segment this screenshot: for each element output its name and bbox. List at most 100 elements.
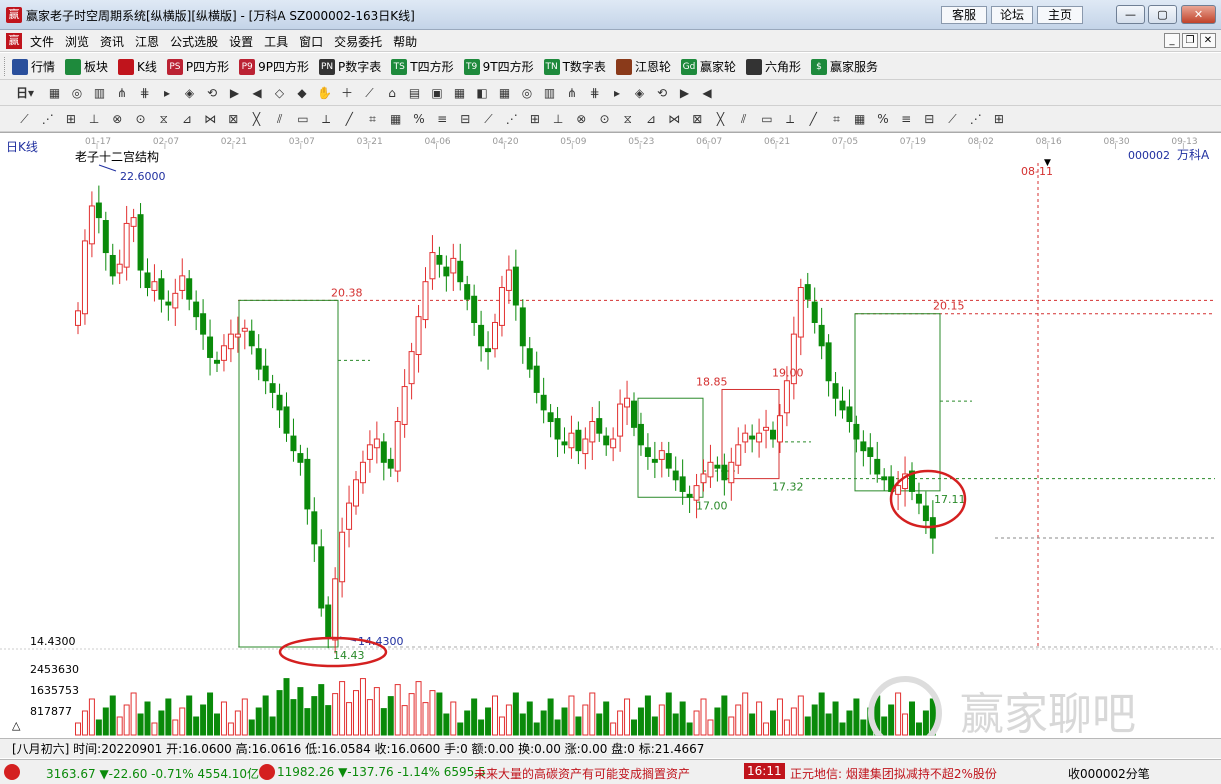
- chart-tool-icon[interactable]: ▣: [429, 84, 446, 101]
- toolbar-button-7[interactable]: T9 9T四方形: [463, 58, 534, 75]
- customer-service-link[interactable]: 客服: [941, 6, 987, 24]
- chart-tool-icon[interactable]: ⋔: [114, 84, 131, 101]
- draw-tool-icon[interactable]: ⧖: [155, 110, 172, 127]
- draw-tool-icon[interactable]: ⋰: [503, 110, 520, 127]
- draw-tool-icon[interactable]: ⊞: [526, 110, 543, 127]
- menu-item[interactable]: 帮助: [393, 33, 423, 50]
- chart-tool-icon[interactable]: ◀: [699, 84, 716, 101]
- chart-tool-icon[interactable]: ◈: [181, 84, 198, 101]
- draw-tool-icon[interactable]: ⫽: [735, 110, 752, 127]
- draw-tool-icon[interactable]: ▭: [758, 110, 775, 127]
- menu-item[interactable]: 资讯: [100, 33, 130, 50]
- draw-tool-icon[interactable]: ≡: [898, 110, 915, 127]
- draw-tool-icon[interactable]: ⊥: [550, 110, 567, 127]
- draw-tool-icon[interactable]: ▦: [387, 110, 404, 127]
- draw-tool-icon[interactable]: ╳: [712, 110, 729, 127]
- chart-tool-icon[interactable]: ◎: [519, 84, 536, 101]
- toolbar-button-8[interactable]: TN T数字表: [543, 58, 606, 75]
- chart-tool-icon[interactable]: ▸: [609, 84, 626, 101]
- draw-tool-icon[interactable]: ⊥: [86, 110, 103, 127]
- kline-chart[interactable]: 08-11▼ 01-17 02-07 02-21 03-07 03-21 04-06 04-…: [0, 133, 1221, 750]
- draw-tool-icon[interactable]: ⟋: [16, 110, 33, 127]
- draw-tool-icon[interactable]: ⊙: [596, 110, 613, 127]
- draw-tool-icon[interactable]: ⧖: [619, 110, 636, 127]
- draw-tool-icon[interactable]: ⊟: [921, 110, 938, 127]
- draw-tool-icon[interactable]: ⋈: [202, 110, 219, 127]
- draw-tool-icon[interactable]: ⊞: [62, 110, 79, 127]
- chart-tool-icon[interactable]: ◀: [249, 84, 266, 101]
- chart-tool-icon[interactable]: ▶: [226, 84, 243, 101]
- draw-tool-icon[interactable]: ≡: [434, 110, 451, 127]
- news-headline-2[interactable]: 正元地信: 烟建集团拟减持不超2%股份: [790, 765, 997, 782]
- chart-tool-icon[interactable]: ▸: [159, 84, 176, 101]
- draw-tool-icon[interactable]: ⊞: [990, 110, 1007, 127]
- draw-tool-icon[interactable]: ⋰: [967, 110, 984, 127]
- minimize-button[interactable]: —: [1116, 5, 1145, 24]
- draw-tool-icon[interactable]: ▭: [294, 110, 311, 127]
- chart-tool-icon[interactable]: ▶: [676, 84, 693, 101]
- draw-tool-icon[interactable]: ⋈: [666, 110, 683, 127]
- chart-tool-icon[interactable]: ▦: [46, 84, 63, 101]
- draw-tool-icon[interactable]: ⟋: [480, 110, 497, 127]
- chart-tool-icon[interactable]: ▦: [451, 84, 468, 101]
- toolbar-button-1[interactable]: 板块: [65, 58, 108, 75]
- draw-tool-icon[interactable]: ⊗: [573, 110, 590, 127]
- draw-tool-icon[interactable]: ⊟: [457, 110, 474, 127]
- forum-link[interactable]: 论坛: [991, 6, 1033, 24]
- chart-tool-icon[interactable]: ＋: [339, 84, 356, 101]
- draw-tool-icon[interactable]: ⊠: [225, 110, 242, 127]
- chart-tool-icon[interactable]: ◆: [294, 84, 311, 101]
- mdi-minimize-button[interactable]: _: [1164, 33, 1180, 48]
- draw-tool-icon[interactable]: ⊿: [178, 110, 195, 127]
- chart-tool-icon[interactable]: ⋔: [564, 84, 581, 101]
- chart-tool-icon[interactable]: ▦: [496, 84, 513, 101]
- toolbar-button-4[interactable]: P9 9P四方形: [239, 58, 309, 75]
- draw-tool-icon[interactable]: %: [874, 110, 891, 127]
- toolbar-button-11[interactable]: 六角形: [745, 58, 801, 75]
- toolbar-button-9[interactable]: 江恩轮: [615, 58, 671, 75]
- draw-tool-icon[interactable]: ⊿: [642, 110, 659, 127]
- chart-tool-icon[interactable]: ⋕: [586, 84, 603, 101]
- draw-tool-icon[interactable]: ╱: [341, 110, 358, 127]
- chart-tool-icon[interactable]: ⟋: [361, 84, 378, 101]
- kline-chart-window[interactable]: 08-11 ▼ 01-17 02-07 02-21 03-07 03-21 04-06 04-…: [0, 132, 1221, 750]
- chart-tool-icon[interactable]: ✋: [316, 84, 333, 101]
- chart-tool-icon[interactable]: ⟲: [654, 84, 671, 101]
- chart-tool-icon[interactable]: ◎: [69, 84, 86, 101]
- menu-item[interactable]: 公式选股: [170, 33, 224, 50]
- homepage-link[interactable]: 主页: [1037, 6, 1083, 24]
- draw-tool-icon[interactable]: ⌗: [364, 110, 381, 127]
- menu-item[interactable]: 窗口: [299, 33, 329, 50]
- chart-tool-icon[interactable]: ▤: [406, 84, 423, 101]
- chart-tool-icon[interactable]: ◧: [474, 84, 491, 101]
- close-button[interactable]: ✕: [1181, 5, 1216, 24]
- mdi-restore-button[interactable]: ❐: [1182, 33, 1198, 48]
- chart-tool-icon[interactable]: ▥: [541, 84, 558, 101]
- sh-index-quote[interactable]: 3163.67 ▼-22.60 -0.71% 4554.10亿: [46, 765, 259, 782]
- draw-tool-icon[interactable]: ⟂: [782, 110, 799, 127]
- draw-tool-icon[interactable]: ╳: [248, 110, 265, 127]
- toolbar-button-10[interactable]: Gd 赢家轮: [680, 58, 736, 75]
- draw-tool-icon[interactable]: ╱: [805, 110, 822, 127]
- menu-item[interactable]: 浏览: [65, 33, 95, 50]
- draw-tool-icon[interactable]: ⟂: [318, 110, 335, 127]
- tick-detail-link[interactable]: 收000002分笔: [1068, 765, 1150, 782]
- toolbar-grip[interactable]: [4, 57, 7, 76]
- toolbar-button-2[interactable]: K线: [118, 58, 157, 75]
- chart-tool-icon[interactable]: ◈: [631, 84, 648, 101]
- draw-tool-icon[interactable]: ⌗: [828, 110, 845, 127]
- toolbar-button-6[interactable]: TS T四方形: [391, 58, 454, 75]
- news-headline-1[interactable]: 未来大量的高碳资产有可能变成搁置资产: [474, 765, 690, 782]
- chart-tool-icon[interactable]: ⌂: [384, 84, 401, 101]
- toolbar-button-5[interactable]: PN P数字表: [319, 58, 381, 75]
- draw-tool-icon[interactable]: ⊠: [689, 110, 706, 127]
- draw-tool-icon[interactable]: ⋰: [39, 110, 56, 127]
- chart-tool-icon[interactable]: ▥: [91, 84, 108, 101]
- draw-tool-icon[interactable]: ⟋: [944, 110, 961, 127]
- period-select[interactable]: 日▾: [10, 84, 40, 101]
- maximize-button[interactable]: ▢: [1148, 5, 1177, 24]
- draw-tool-icon[interactable]: ⊙: [132, 110, 149, 127]
- chart-tool-icon[interactable]: ◇: [271, 84, 288, 101]
- chart-tool-icon[interactable]: ⟲: [204, 84, 221, 101]
- toolbar-button-0[interactable]: 行情: [12, 58, 55, 75]
